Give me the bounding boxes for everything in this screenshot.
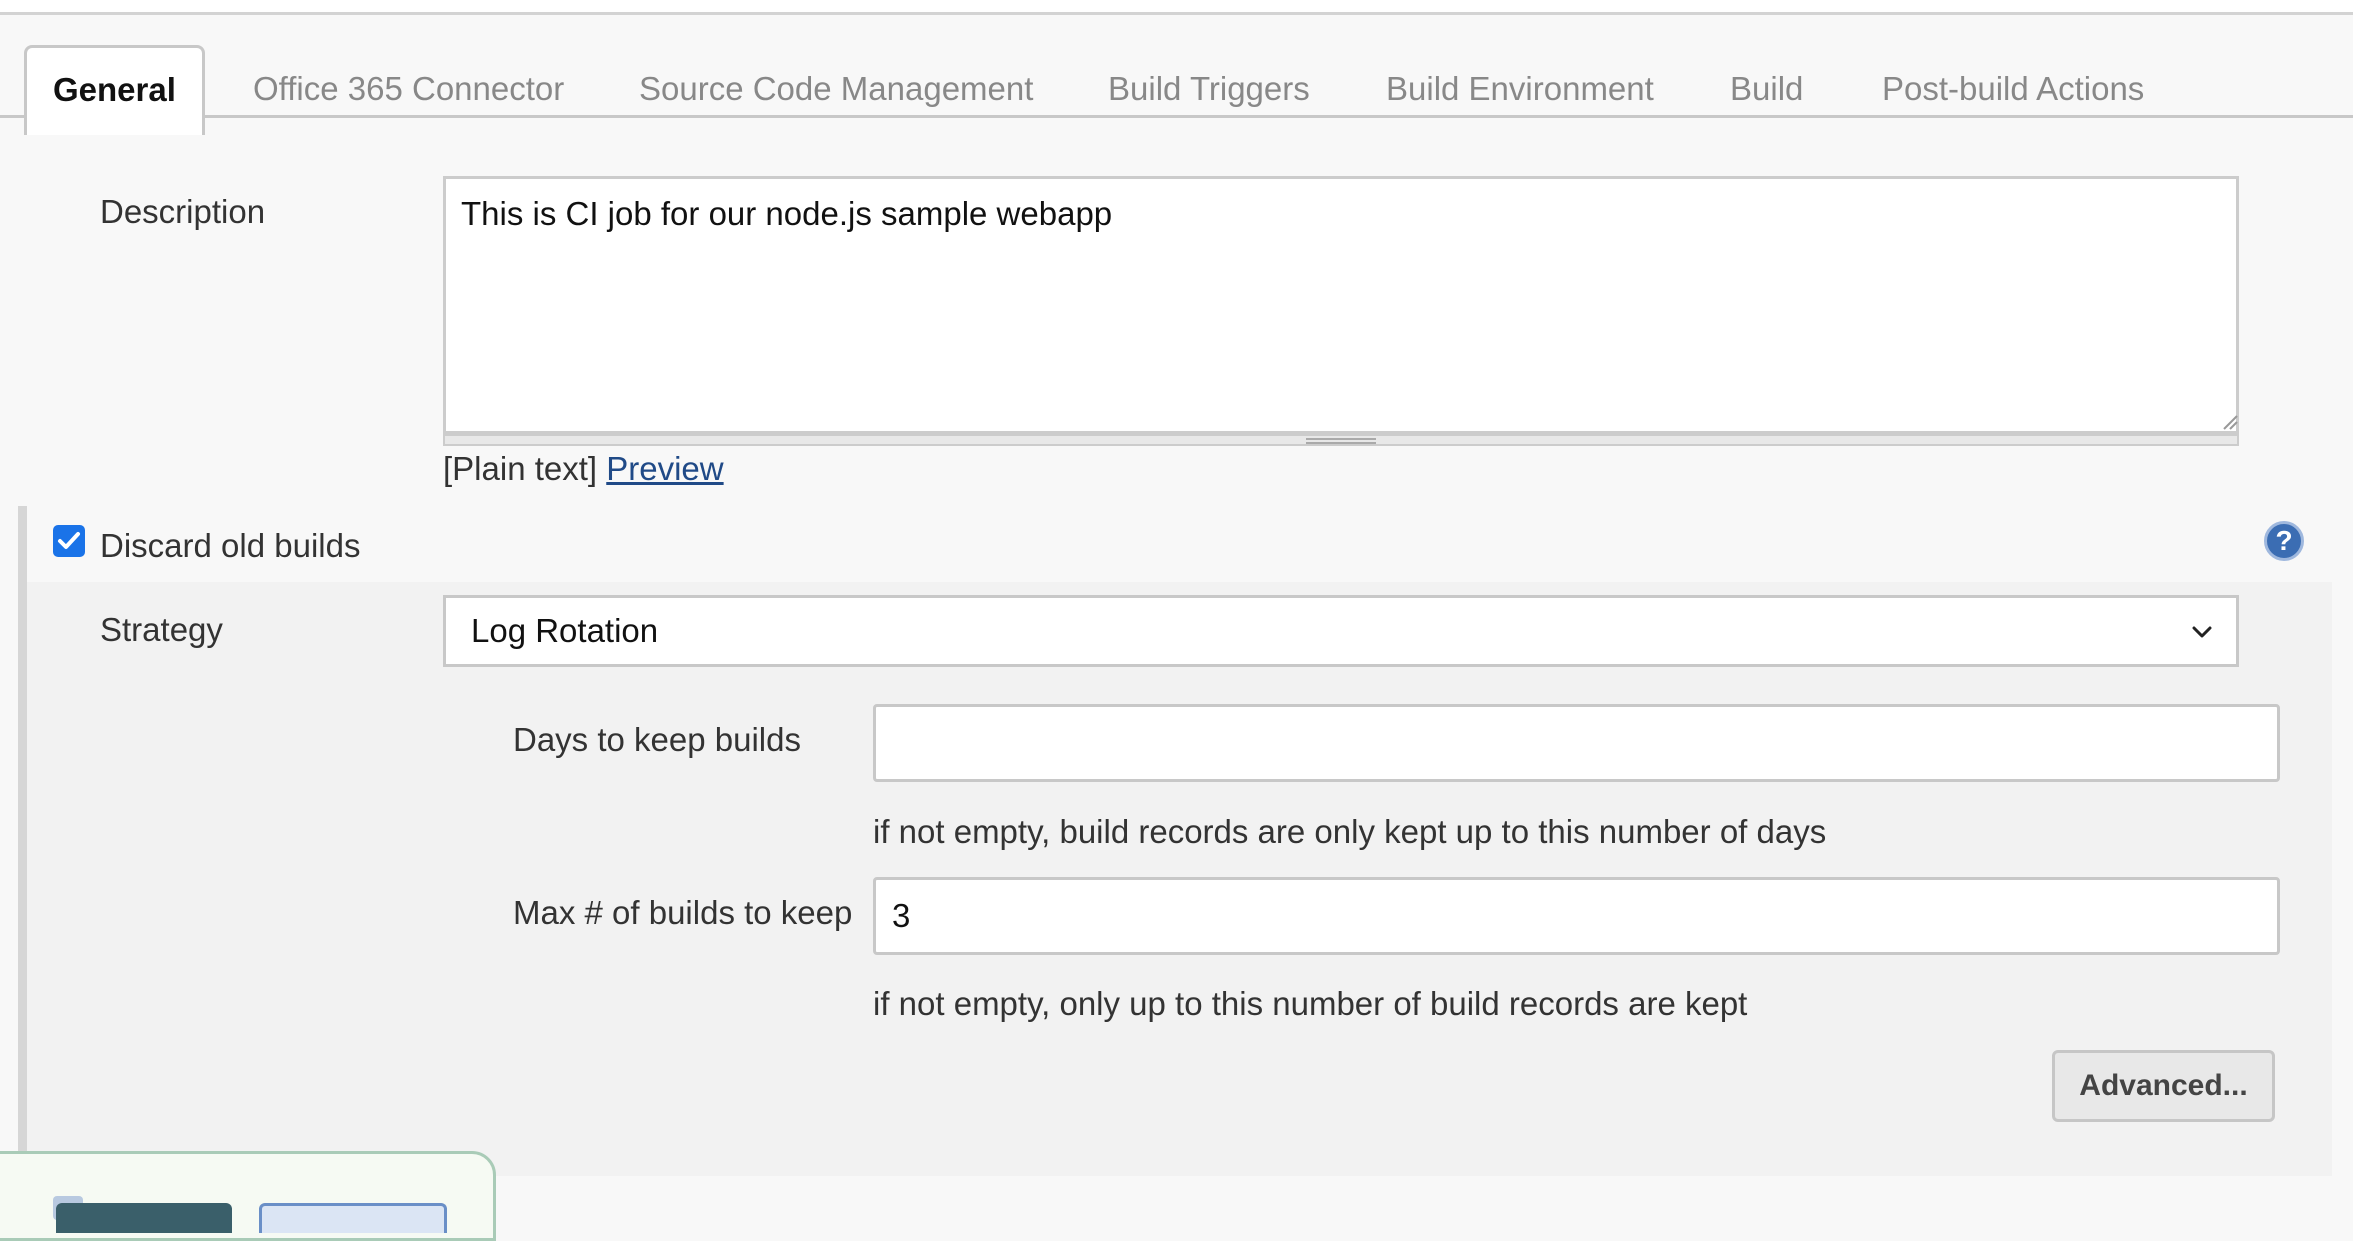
resize-grip-icon[interactable] — [2222, 414, 2238, 430]
tab-source-code-management[interactable]: Source Code Management — [613, 48, 1059, 129]
check-icon — [58, 532, 80, 549]
drag-handle-mark — [1306, 438, 1376, 444]
tab-post-build-actions[interactable]: Post-build Actions — [1856, 48, 2170, 129]
discard-old-builds-checkbox[interactable] — [53, 525, 85, 557]
days-to-keep-input[interactable] — [873, 704, 2280, 782]
max-builds-label: Max # of builds to keep — [513, 894, 853, 931]
config-tab-bar: General Office 365 Connector Source Code… — [0, 15, 2353, 135]
preview-link[interactable]: Preview — [606, 450, 723, 487]
max-builds-input[interactable]: 3 — [873, 877, 2280, 955]
description-textarea[interactable]: This is CI job for our node.js sample we… — [443, 176, 2239, 434]
description-label: Description — [100, 193, 266, 230]
chevron-down-icon — [2192, 626, 2212, 638]
tab-office-365-connector[interactable]: Office 365 Connector — [227, 48, 590, 129]
section-indent-bar — [18, 506, 27, 1220]
days-to-keep-hint: if not empty, build records are only kep… — [873, 813, 1827, 850]
tab-build-triggers[interactable]: Build Triggers — [1082, 48, 1336, 129]
days-to-keep-label: Days to keep builds — [513, 721, 801, 758]
advanced-button[interactable]: Advanced... — [2052, 1050, 2275, 1122]
save-button[interactable] — [56, 1203, 232, 1233]
apply-button[interactable] — [259, 1203, 447, 1233]
plain-text-label: [Plain text] — [443, 450, 598, 487]
tab-general[interactable]: General — [24, 45, 205, 135]
strategy-select[interactable]: Log Rotation — [443, 595, 2239, 667]
help-icon[interactable]: ? — [2264, 521, 2304, 561]
tab-build[interactable]: Build — [1704, 48, 1829, 129]
tab-build-environment[interactable]: Build Environment — [1360, 48, 1680, 129]
strategy-selected-value: Log Rotation — [471, 612, 659, 649]
top-divider — [0, 0, 2353, 15]
strategy-label: Strategy — [100, 611, 223, 648]
max-builds-hint: if not empty, only up to this number of … — [873, 985, 1748, 1022]
discard-old-builds-label[interactable]: Discard old builds — [100, 527, 360, 565]
markup-format-note: [Plain text] Preview — [443, 450, 724, 488]
